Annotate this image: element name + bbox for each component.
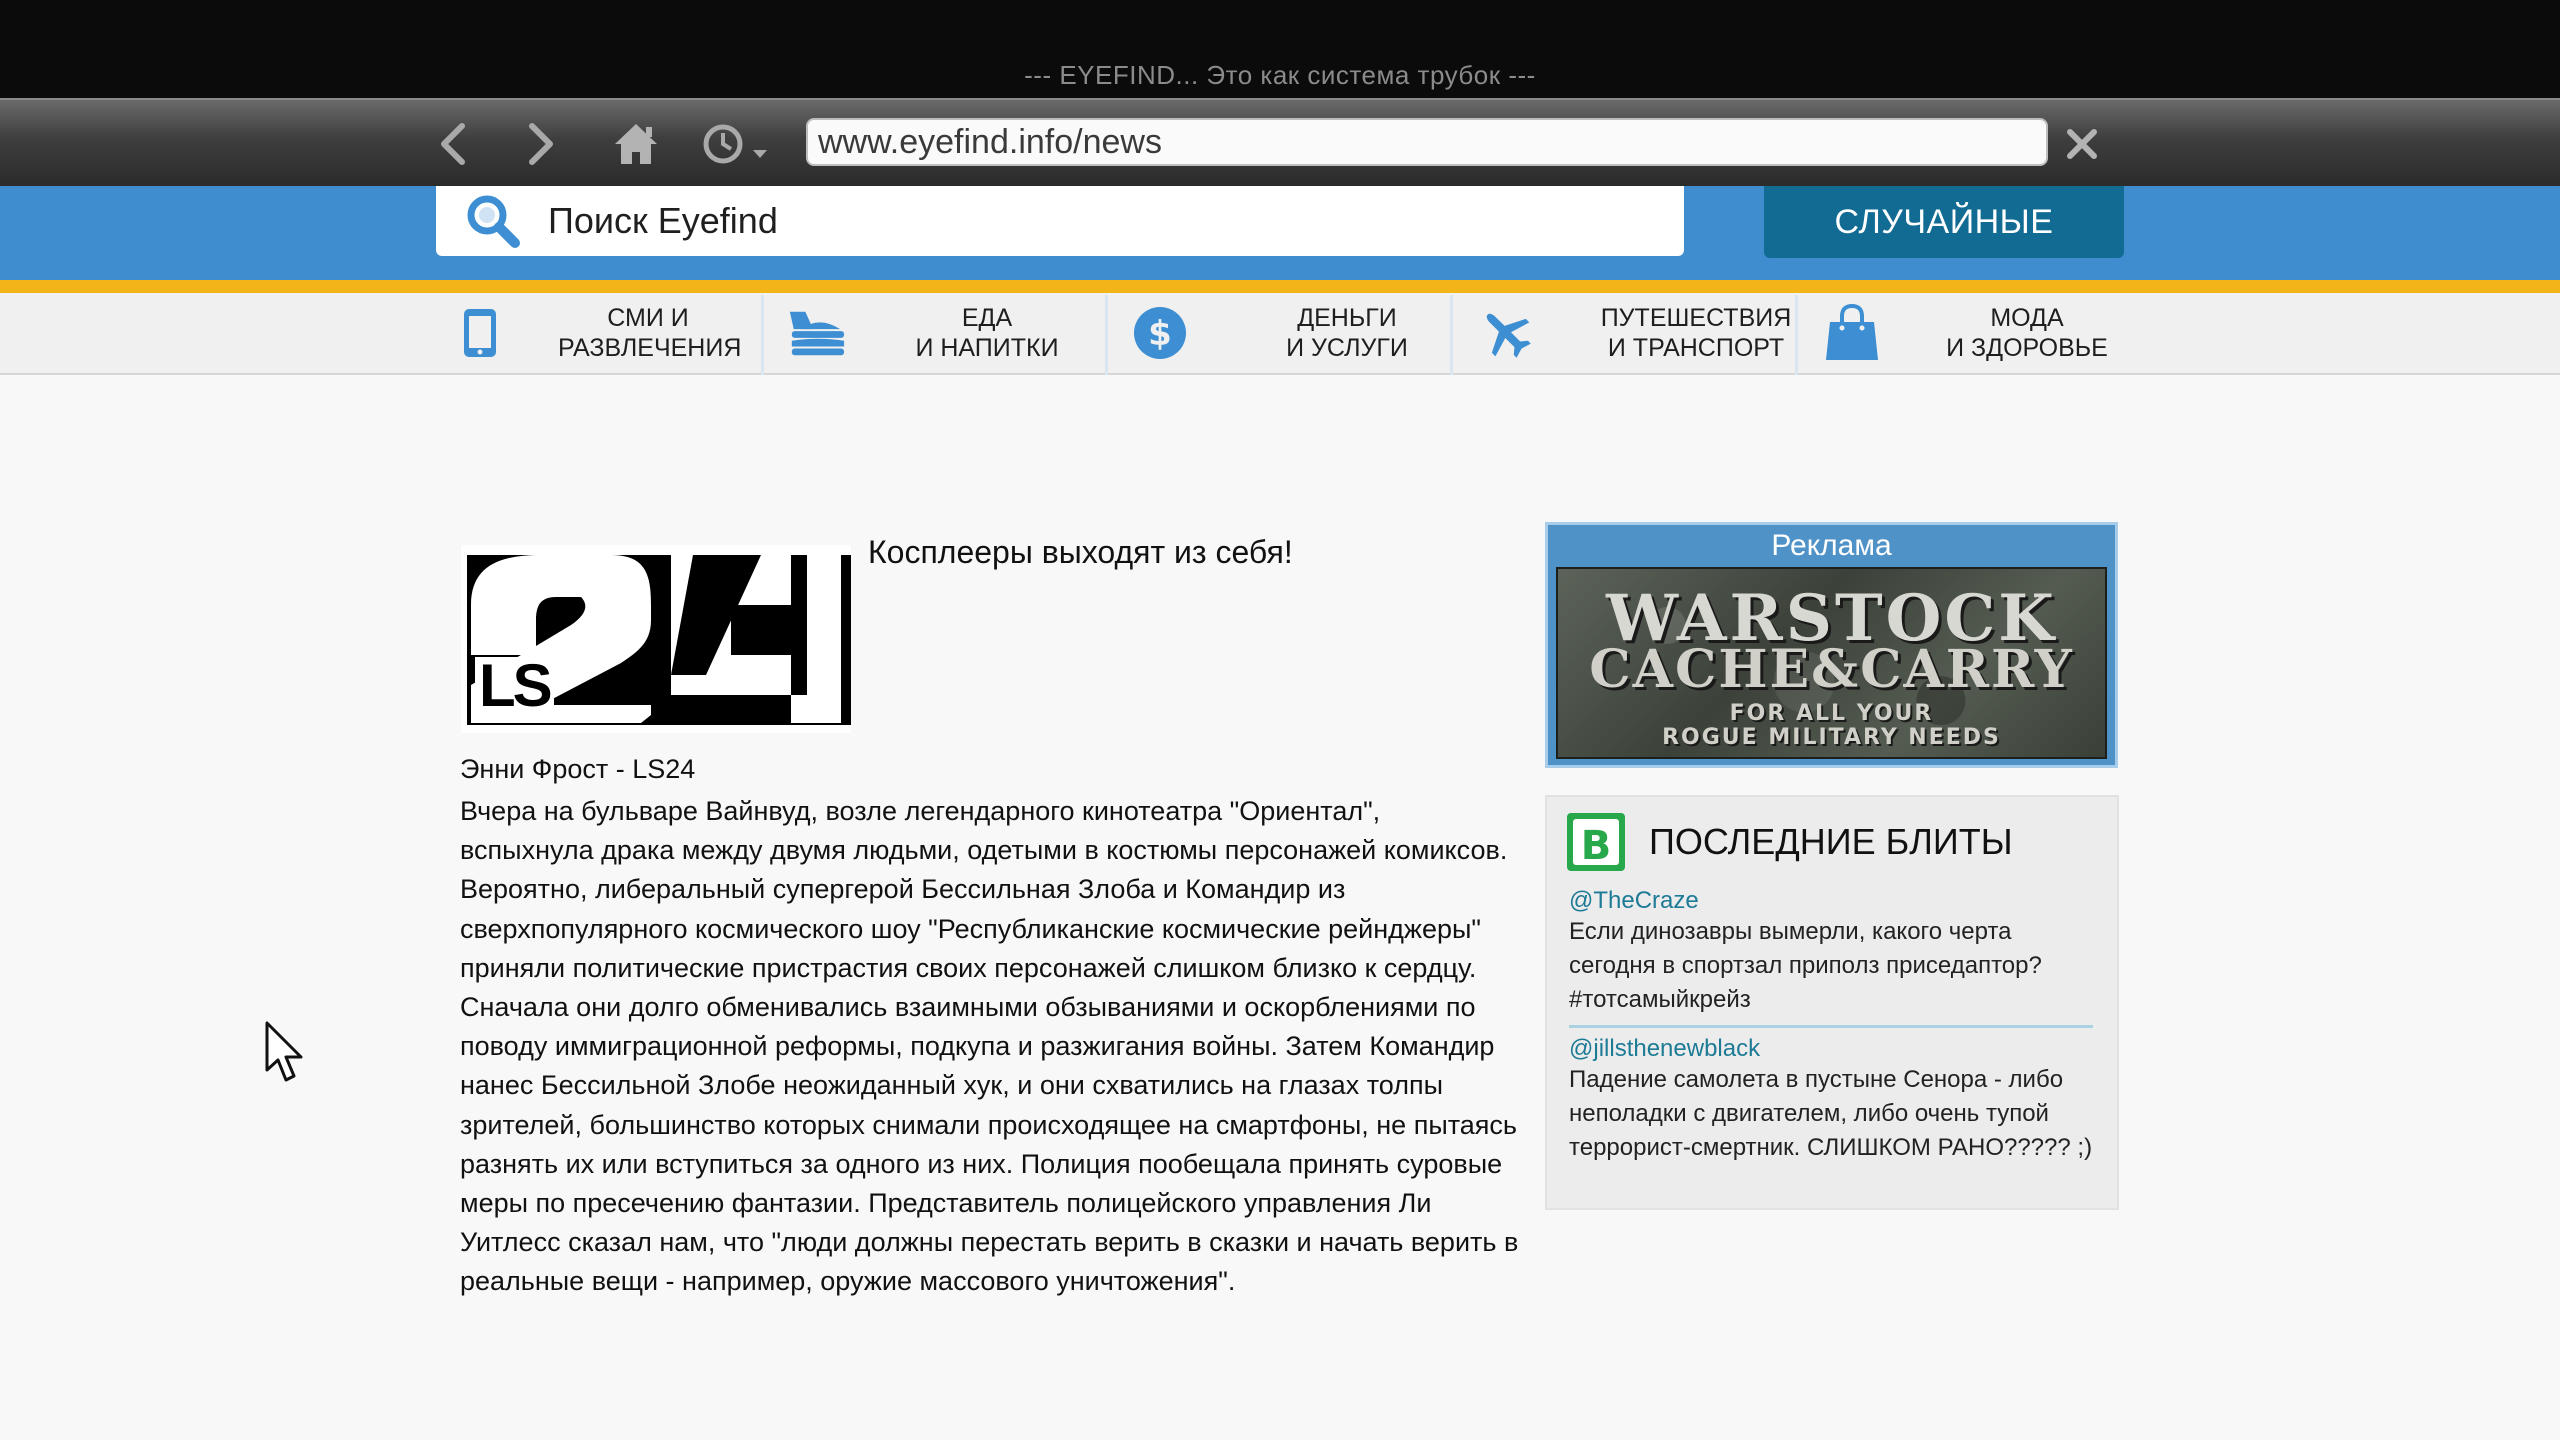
- svg-text:B: B: [1581, 823, 1612, 869]
- advertisement[interactable]: Реклама WARSTOCK CACHE&CARRY FOR ALL YOU…: [1545, 522, 2118, 768]
- food-icon: [786, 303, 846, 363]
- bleets-heading: ПОСЛЕДНИЕ БЛИТЫ: [1649, 821, 2013, 862]
- window-titlebar: --- EYEFIND... Это как система трубок --…: [0, 0, 2560, 98]
- search-placeholder: Поиск Eyefind: [548, 200, 778, 241]
- article-title[interactable]: Косплееры выходят из себя!: [868, 534, 1293, 571]
- category-separator: [1450, 295, 1453, 375]
- home-icon: [615, 124, 657, 164]
- bleet-text: Падение самолета в пустыне Сенора - либо…: [1569, 1066, 2093, 1161]
- category-travel[interactable]: Путешествия и транспорт: [1476, 293, 1806, 373]
- bleet-handle[interactable]: @TheCraze: [1569, 887, 2099, 915]
- ls24-logo: LS: [461, 545, 851, 733]
- clock-icon: [703, 124, 767, 164]
- history-button[interactable]: [698, 116, 778, 172]
- logo-small-text: LS: [475, 656, 554, 716]
- category-fashion[interactable]: Мода и здоровье: [1822, 293, 2122, 373]
- category-food-label: Еда и напитки: [915, 304, 1059, 362]
- back-button[interactable]: [426, 116, 482, 172]
- home-button[interactable]: [608, 116, 664, 172]
- bleeter-panel: B ПОСЛЕДНИЕ БЛИТЫ @TheCraze Если динозав…: [1545, 795, 2119, 1210]
- chevron-left-icon: [441, 123, 465, 165]
- ad-label: Реклама: [1771, 529, 1892, 562]
- category-money-label: Деньги и услуги: [1286, 304, 1408, 362]
- article-body: Вчера на бульваре Вайнвуд, возле легенда…: [460, 796, 1519, 1297]
- bleet-item: @jillsthenewblack Падение самолета в пус…: [1569, 1035, 2099, 1165]
- category-separator: [1795, 295, 1798, 375]
- warstock-banner[interactable]: WARSTOCK CACHE&CARRY FOR ALL YOUR ROGUE …: [1556, 567, 2107, 759]
- site-search-field[interactable]: Поиск Eyefind: [436, 186, 1684, 256]
- header-divider: [0, 280, 2560, 293]
- ad-line-4: ROGUE MILITARY NEEDS: [1662, 725, 2001, 750]
- dollar-icon: $: [1130, 303, 1190, 363]
- category-travel-label: Путешествия и транспорт: [1600, 304, 1792, 362]
- category-nav: СМИ и развлечения Еда и напитки $ Деньги и …: [0, 293, 2560, 375]
- random-sites-button[interactable]: СЛУЧАЙНЫЕ: [1764, 186, 2124, 258]
- bleet-item: @TheCraze Если динозавры вымерли, какого…: [1569, 887, 2099, 1017]
- bleet-divider: [1569, 1025, 2093, 1028]
- browser-toolbar: www.eyefind.info/news: [0, 98, 2560, 186]
- svg-text:$: $: [1148, 314, 1172, 354]
- category-fashion-label: Мода и здоровье: [1946, 304, 2108, 362]
- category-media-label: СМИ и развлечения: [558, 304, 742, 362]
- ad-line-3: FOR ALL YOUR: [1729, 701, 1934, 726]
- bleeter-logo-icon: B: [1567, 813, 1625, 871]
- bleet-handle[interactable]: @jillsthenewblack: [1569, 1035, 2099, 1063]
- close-icon: [2067, 129, 2097, 159]
- tablet-icon: [450, 303, 510, 363]
- category-separator: [1105, 295, 1108, 375]
- window-title: --- EYEFIND... Это как система трубок --…: [1024, 60, 1536, 90]
- category-food[interactable]: Еда и напитки: [786, 293, 1082, 373]
- mouse-cursor-icon: [264, 1020, 308, 1089]
- category-money[interactable]: $ Деньги и услуги: [1130, 293, 1442, 373]
- category-media[interactable]: СМИ и развлечения: [450, 293, 742, 373]
- category-separator: [761, 295, 764, 375]
- shopping-bag-icon: [1822, 303, 1882, 363]
- ad-line-2: CACHE&CARRY: [1589, 639, 2074, 700]
- airplane-icon: [1476, 303, 1536, 363]
- close-button[interactable]: [2054, 116, 2110, 172]
- url-input[interactable]: www.eyefind.info/news: [806, 118, 2048, 166]
- bleet-text: Если динозавры вымерли, какого черта сег…: [1569, 918, 2042, 1013]
- article-author: Энни Фрост - LS24: [460, 754, 696, 784]
- search-icon: [458, 186, 528, 256]
- chevron-right-icon: [529, 123, 553, 165]
- forward-button[interactable]: [512, 116, 568, 172]
